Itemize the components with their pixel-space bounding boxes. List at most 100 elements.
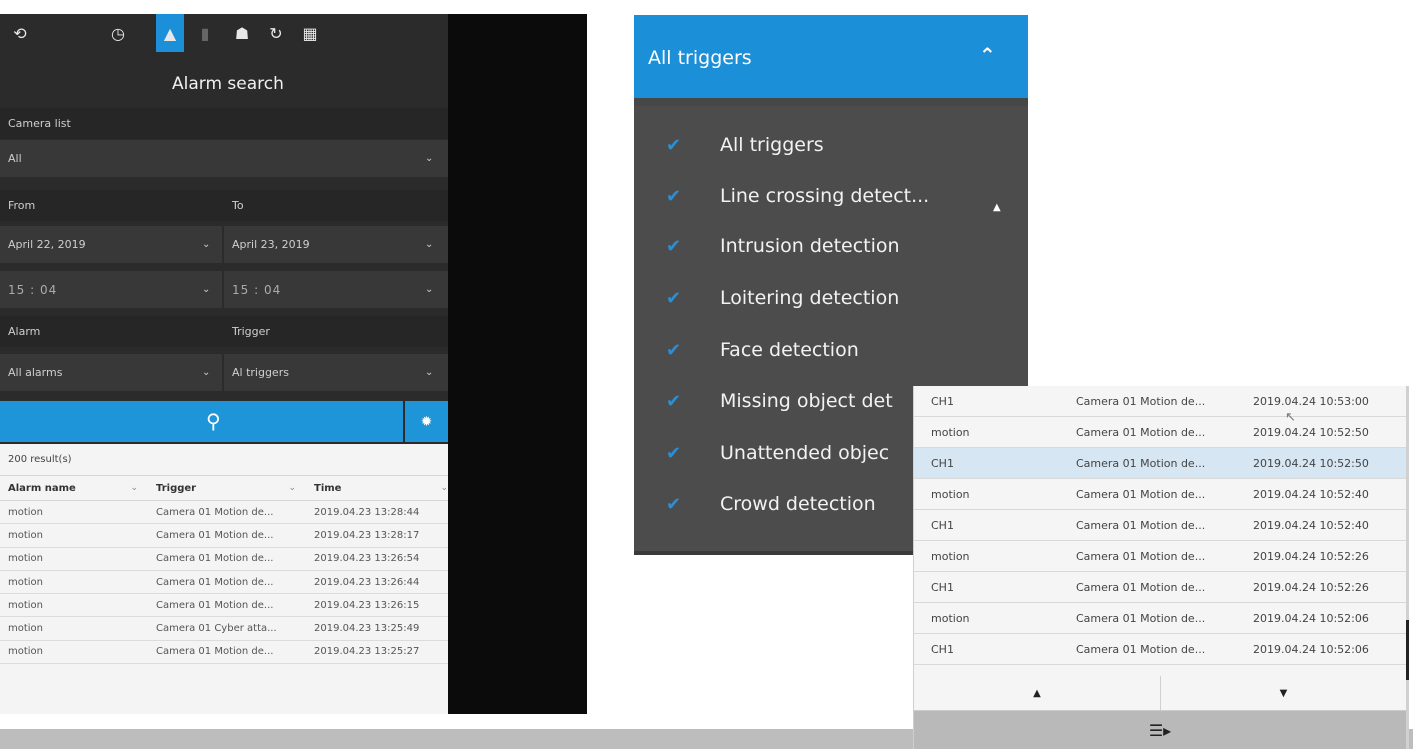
chevron-up-icon[interactable]: ⌃ bbox=[979, 43, 996, 67]
previous-page-button[interactable]: ▲ bbox=[914, 676, 1160, 711]
cell-time: 2019.04.23 13:26:44 bbox=[314, 576, 420, 588]
alarm-select[interactable]: All alarms bbox=[0, 354, 62, 391]
cell-trigger: Camera 01 Motion de... bbox=[1076, 611, 1206, 625]
table-header: Alarm name ⌄ Trigger ⌄ Time ⌄ bbox=[0, 476, 448, 501]
table-row[interactable]: motion Camera 01 Motion de... 2019.04.23… bbox=[0, 548, 448, 571]
column-header-time[interactable]: Time ⌄ bbox=[306, 483, 448, 494]
list-toggle-button[interactable]: ☰▸ bbox=[914, 711, 1406, 749]
camera-list-label: Camera list bbox=[8, 117, 71, 130]
cell-alarm-name: motion bbox=[8, 506, 44, 518]
trigger-option[interactable]: ✔ Line crossing detect... bbox=[634, 176, 1028, 216]
to-date-select[interactable]: April 23, 2019 bbox=[224, 226, 310, 263]
trigger-option[interactable]: ✔ Loitering detection bbox=[634, 278, 1028, 318]
cell-trigger: Camera 01 Motion de... bbox=[156, 646, 274, 658]
trigger-dropdown-title: All triggers bbox=[648, 47, 752, 69]
cell-time: 2019.04.23 13:25:27 bbox=[314, 646, 420, 658]
cell-alarm-name: motion bbox=[931, 611, 970, 625]
triangle-up-icon: ▲ bbox=[1033, 688, 1041, 699]
table-row[interactable]: motion Camera 01 Motion de... 2019.04.23… bbox=[0, 501, 448, 525]
video-area bbox=[448, 14, 587, 714]
settings-button[interactable]: ✹ bbox=[403, 401, 448, 442]
cell-time: 2019.04.24 10:52:26 bbox=[1253, 580, 1369, 594]
to-time-select[interactable]: 15 : 04 bbox=[224, 271, 281, 308]
table-row[interactable]: motion Camera 01 Motion de... 2019.04.24… bbox=[914, 479, 1406, 510]
grid-icon[interactable]: ▦ bbox=[296, 14, 324, 52]
chevron-down-icon: ⌄ bbox=[440, 482, 448, 493]
check-icon: ✔ bbox=[666, 235, 682, 257]
chevron-down-icon: ⌄ bbox=[202, 239, 211, 250]
clock-icon[interactable]: ◷ bbox=[104, 14, 132, 52]
trigger-option[interactable]: ✔ Intrusion detection bbox=[634, 226, 1028, 266]
next-page-button[interactable]: ▼ bbox=[1160, 676, 1406, 711]
cell-alarm-name: CH1 bbox=[931, 642, 954, 656]
table-row[interactable]: CH1 Camera 01 Motion de... 2019.04.24 10… bbox=[914, 510, 1406, 541]
from-label: From bbox=[8, 199, 36, 212]
from-time-select[interactable]: 15 : 04 bbox=[0, 271, 57, 308]
table-row[interactable]: CH1 Camera 01 Motion de... 2019.04.24 10… bbox=[914, 572, 1406, 603]
camera-list-label-row: Camera list bbox=[0, 108, 448, 139]
check-icon: ✔ bbox=[666, 339, 682, 361]
cell-time: 2019.04.23 13:26:54 bbox=[314, 553, 420, 565]
table-row[interactable]: motion Camera 01 Motion de... 2019.04.24… bbox=[914, 603, 1406, 634]
column-header-alarm-name[interactable]: Alarm name ⌄ bbox=[0, 483, 148, 494]
cell-time: 2019.04.24 10:52:06 bbox=[1253, 642, 1369, 656]
back-icon[interactable]: ⟲ bbox=[6, 14, 34, 52]
table-row[interactable]: motion Camera 01 Motion de... 2019.04.23… bbox=[0, 571, 448, 595]
chevron-down-icon: ⌄ bbox=[202, 284, 212, 295]
trigger-label: Trigger bbox=[232, 325, 270, 338]
cell-alarm-name: motion bbox=[8, 623, 44, 635]
table-row[interactable]: motion Camera 01 Motion de... 2019.04.23… bbox=[0, 594, 448, 618]
refresh-icon[interactable]: ↻ bbox=[262, 14, 290, 52]
cell-alarm-name: motion bbox=[8, 529, 44, 541]
cell-trigger: Camera 01 Motion de... bbox=[1076, 487, 1206, 501]
page-title: Alarm search bbox=[172, 74, 284, 94]
from-date-select[interactable]: April 22, 2019 bbox=[0, 226, 86, 263]
table-row[interactable]: CH1 Camera 01 Motion de... 2019.04.24 10… bbox=[914, 386, 1406, 417]
check-icon: ✔ bbox=[666, 134, 682, 156]
table-row[interactable]: CH1 Camera 01 Motion de... 2019.04.24 10… bbox=[914, 634, 1406, 665]
table-row[interactable]: motion Camera 01 Motion de... 2019.04.23… bbox=[0, 524, 448, 548]
search-icon: ⚲ bbox=[206, 409, 221, 433]
cell-trigger: Camera 01 Motion de... bbox=[1076, 580, 1206, 594]
time-row: 15 : 04 ⌄ 15 : 04 ⌄ bbox=[0, 271, 448, 308]
trigger-option-label: All triggers bbox=[720, 134, 824, 156]
cell-time: 2019.04.24 10:53:00 bbox=[1253, 394, 1369, 408]
cell-time: 2019.04.23 13:28:17 bbox=[314, 529, 420, 541]
cell-trigger: Camera 01 Motion de... bbox=[1076, 456, 1206, 470]
check-icon: ✔ bbox=[666, 442, 682, 464]
scrollbar[interactable] bbox=[1406, 620, 1409, 680]
gear-icon: ✹ bbox=[420, 413, 433, 430]
trigger-option[interactable]: ✔ All triggers bbox=[634, 125, 1028, 165]
cell-time: 2019.04.23 13:26:15 bbox=[314, 599, 420, 611]
user-icon[interactable]: ▮ bbox=[191, 14, 219, 52]
table-row[interactable]: motion Camera 01 Motion de... 2019.04.23… bbox=[0, 641, 448, 665]
trigger-select[interactable]: Al triggers bbox=[224, 354, 289, 391]
column-header-trigger[interactable]: Trigger ⌄ bbox=[148, 483, 306, 494]
trigger-dropdown-header[interactable]: All triggers ⌃ bbox=[634, 15, 1028, 98]
toolbar: ⟲ ◷ ▲ ▮ ☗ ↻ ▦ bbox=[0, 14, 448, 52]
check-icon: ✔ bbox=[666, 185, 682, 207]
cell-alarm-name: motion bbox=[8, 576, 44, 588]
table-row-selected[interactable]: CH1 Camera 01 Motion de... 2019.04.24 10… bbox=[914, 448, 1406, 479]
chevron-down-icon: ⌄ bbox=[202, 367, 211, 378]
results-popup: CH1 Camera 01 Motion de... 2019.04.24 10… bbox=[913, 386, 1407, 749]
camera-list-select[interactable]: All ⌄ bbox=[0, 140, 448, 177]
table-row[interactable]: motion Camera 01 Motion de... 2019.04.24… bbox=[914, 417, 1406, 448]
cell-time: 2019.04.23 13:25:49 bbox=[314, 623, 420, 635]
bell-icon[interactable]: ▲ bbox=[156, 14, 184, 52]
cell-trigger: Camera 01 Motion de... bbox=[1076, 549, 1206, 563]
chevron-down-icon: ⌄ bbox=[425, 367, 434, 378]
trigger-option-label: Crowd detection bbox=[720, 493, 876, 515]
cell-trigger: Camera 01 Motion de... bbox=[1076, 642, 1206, 656]
face-icon[interactable]: ☗ bbox=[228, 14, 256, 52]
trigger-option[interactable]: ✔ Face detection bbox=[634, 330, 1028, 370]
alarm-label: Alarm bbox=[8, 325, 41, 338]
trigger-option-label: Intrusion detection bbox=[720, 235, 900, 257]
table-row[interactable]: motion Camera 01 Cyber atta... 2019.04.2… bbox=[0, 617, 448, 641]
trigger-option-label: Missing object det bbox=[720, 390, 893, 412]
table-row[interactable]: motion Camera 01 Motion de... 2019.04.24… bbox=[914, 541, 1406, 572]
alarm-search-panel: ⟲ ◷ ▲ ▮ ☗ ↻ ▦ Alarm search Camera list A… bbox=[0, 14, 448, 714]
scroll-up-icon[interactable]: ▲ bbox=[993, 202, 1001, 213]
cell-trigger: Camera 01 Cyber atta... bbox=[156, 623, 277, 635]
search-button[interactable]: ⚲ ✹ bbox=[0, 401, 448, 442]
